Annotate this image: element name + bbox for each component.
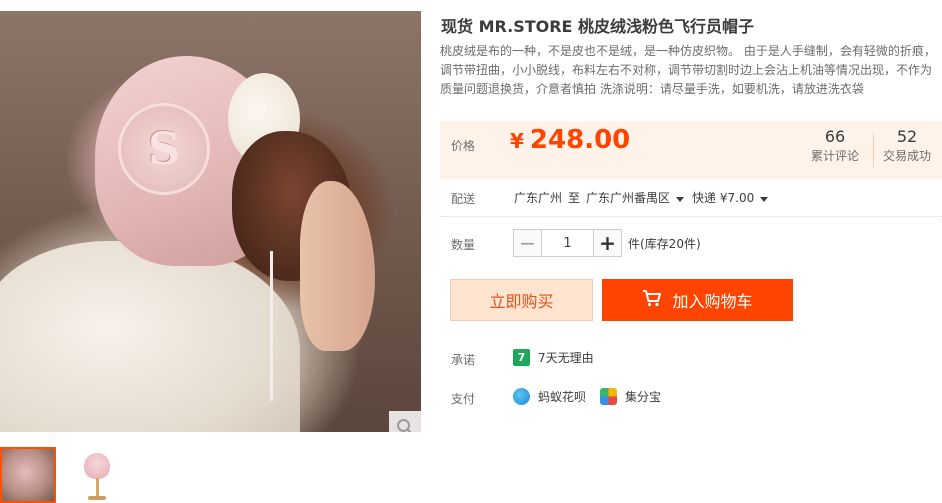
image-hat-badge: S: [118, 103, 210, 195]
buy-now-button[interactable]: 立即购买: [450, 279, 593, 321]
add-to-cart-button[interactable]: 加入购物车: [602, 279, 793, 321]
add-to-cart-label: 加入购物车: [672, 292, 753, 311]
product-title: 现货 MR.STORE 桃皮绒浅粉色飞行员帽子: [441, 17, 755, 36]
zoom-icon[interactable]: [389, 411, 421, 432]
ship-method-value: 快递 ¥7.00: [692, 191, 755, 205]
image-strap: [270, 251, 273, 401]
reviews-count: 66: [824, 127, 846, 146]
price-amount: 248.00: [529, 125, 631, 155]
divider: [440, 216, 942, 217]
promise-text[interactable]: 7天无理由: [538, 349, 594, 366]
thumbnail-strip: [0, 447, 123, 503]
seven-day-return-icon: 7: [513, 349, 530, 366]
reviews-stat[interactable]: 66 累计评论: [800, 127, 870, 165]
payment-huabei[interactable]: 蚂蚁花呗: [538, 388, 586, 405]
price-label: 价格: [451, 139, 476, 153]
shipping-label: 配送: [451, 192, 476, 206]
quantity-label: 数量: [451, 238, 476, 252]
thumbnail-1[interactable]: [0, 447, 56, 503]
quantity-input[interactable]: 1: [542, 229, 593, 257]
sold-label: 交易成功: [882, 149, 931, 163]
image-face: [300, 181, 375, 351]
thumbnail-hat: [84, 453, 110, 479]
quantity-stock: 件(库存20件): [628, 236, 701, 251]
ship-method-select[interactable]: 快递 ¥7.00: [692, 189, 769, 206]
ship-to-select[interactable]: 广东广州番禺区: [586, 189, 685, 206]
promise-label: 承诺: [451, 353, 476, 367]
payment-row: 蚂蚁花呗 集分宝: [513, 388, 661, 405]
ship-from: 广东广州: [514, 191, 563, 205]
reviews-label: 累计评论: [810, 149, 859, 163]
sold-count: 52: [896, 127, 918, 146]
hat-badge-letter: S: [148, 123, 180, 175]
shopping-cart-icon: [642, 289, 662, 311]
ship-to-value: 广东广州番禺区: [586, 191, 671, 205]
quantity-increase-button[interactable]: +: [593, 229, 622, 257]
promise-row: 7 7天无理由: [513, 349, 594, 366]
quantity-stepper: − 1 + 件(库存20件): [513, 229, 701, 257]
chevron-down-icon: [760, 197, 769, 202]
jifenbao-icon: [600, 388, 618, 405]
ship-to-word: 至: [568, 191, 581, 205]
chevron-down-icon: [676, 197, 685, 202]
currency-symbol: ¥: [510, 129, 524, 153]
payment-label: 支付: [451, 392, 476, 406]
thumbnail-stand: [96, 478, 99, 498]
payment-jifenbao[interactable]: 集分宝: [625, 388, 661, 405]
shipping-row: 广东广州 至 广东广州番禺区 快递 ¥7.00: [514, 189, 769, 206]
product-description: 桃皮绒是布的一种，不是皮也不是绒，是一种仿皮织物。 由于是人手缝制，会有轻微的折…: [440, 44, 936, 96]
price-value: ¥248.00: [510, 125, 630, 155]
quantity-decrease-button[interactable]: −: [513, 229, 542, 257]
product-main-image[interactable]: S: [0, 11, 421, 432]
thumbnail-stand-base: [88, 496, 106, 500]
sold-stat: 52 交易成功: [872, 127, 942, 165]
magnifier-icon: [397, 419, 412, 432]
price-panel: 价格 ¥248.00 66 累计评论 52 交易成功: [440, 121, 942, 179]
thumbnail-2[interactable]: [67, 447, 123, 503]
image-coat: [0, 241, 300, 432]
huabei-icon: [513, 388, 530, 405]
